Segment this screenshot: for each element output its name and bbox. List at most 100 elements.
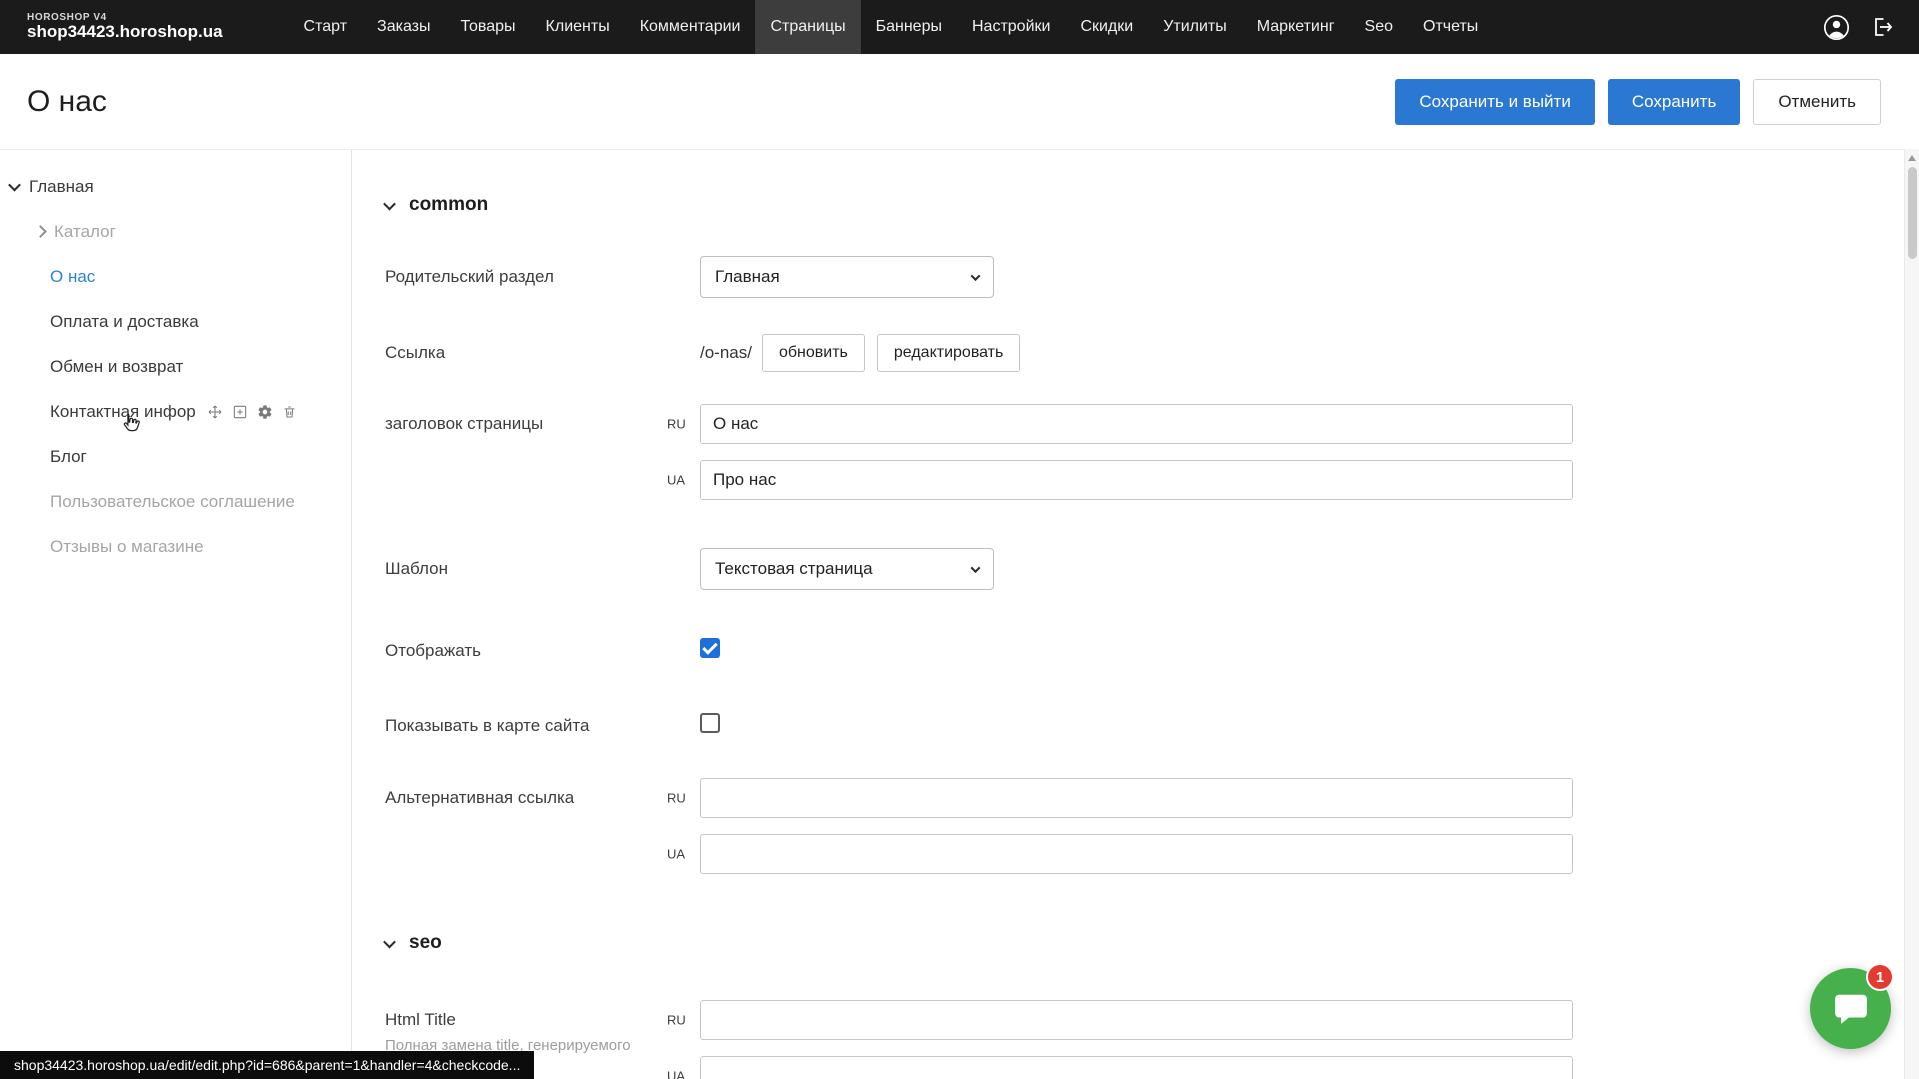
sidebar-item-label: Пользовательское соглашение — [50, 492, 295, 512]
sidebar-item-label: Оплата и доставка — [50, 312, 199, 332]
action-bar: О нас Сохранить и выйти Сохранить Отмени… — [0, 54, 1919, 149]
form-row-sitemap: Показывать в карте сайта — [385, 713, 1919, 738]
display-label: Отображать — [385, 641, 700, 661]
logout-icon[interactable] — [1868, 14, 1895, 41]
sidebar-item-home[interactable]: Главная — [0, 164, 351, 209]
settings-gear-icon[interactable] — [257, 404, 273, 420]
delete-trash-icon[interactable] — [282, 404, 297, 420]
template-label: Шаблон — [385, 559, 700, 579]
scroll-up-arrow[interactable] — [1908, 155, 1916, 161]
display-checkbox[interactable] — [700, 638, 720, 658]
nav-banners[interactable]: Баннеры — [861, 0, 957, 54]
sitemap-checkbox[interactable] — [700, 713, 720, 733]
topbar: HOROSHOP V4 shop34423.horoshop.ua Старт … — [0, 0, 1919, 54]
section-common-toggle[interactable]: common — [385, 194, 1919, 216]
nav-products[interactable]: Товары — [446, 0, 531, 54]
status-url-text: shop34423.horoshop.ua/edit/edit.php?id=6… — [14, 1057, 520, 1073]
nav-seo[interactable]: Seo — [1350, 0, 1408, 54]
page-title-label: заголовок страницы — [385, 404, 700, 434]
brand[interactable]: HOROSHOP V4 shop34423.horoshop.ua — [27, 13, 223, 41]
form-row-parent: Родительский раздел Главная — [385, 256, 1919, 298]
sidebar-item-store-reviews[interactable]: Отзывы о магазине — [0, 524, 351, 569]
nav-pages[interactable]: Страницы — [755, 0, 860, 54]
section-seo-toggle[interactable]: seo — [385, 932, 1919, 954]
content: Главная Каталог О нас Оплата и доставка … — [0, 149, 1919, 1079]
chevron-down-icon — [971, 563, 981, 573]
save-exit-button[interactable]: Сохранить и выйти — [1395, 79, 1594, 125]
alt-link-ua-input[interactable] — [700, 834, 1573, 874]
nav-orders[interactable]: Заказы — [362, 0, 445, 54]
sidebar-item-about[interactable]: О нас — [0, 254, 351, 299]
form-row-page-title: заголовок страницы RU UA — [385, 404, 1919, 500]
alt-link-ru-input[interactable] — [700, 778, 1573, 818]
form-row-template: Шаблон Текстовая страница — [385, 548, 1919, 590]
sidebar-item-label: Контактная инфор — [50, 402, 196, 422]
sidebar-item-payment-delivery[interactable]: Оплата и доставка — [0, 299, 351, 344]
cancel-button[interactable]: Отменить — [1753, 79, 1881, 125]
pages-tree-sidebar: Главная Каталог О нас Оплата и доставка … — [0, 150, 352, 1079]
page-title-ua-input[interactable] — [700, 460, 1573, 500]
parent-section-label: Родительский раздел — [385, 267, 700, 287]
lang-ru-badge: RU — [667, 417, 686, 432]
template-select[interactable]: Текстовая страница — [700, 548, 994, 590]
chat-widget-button[interactable]: 1 — [1810, 968, 1891, 1049]
chat-unread-badge: 1 — [1866, 963, 1894, 991]
action-buttons: Сохранить и выйти Сохранить Отменить — [1395, 79, 1881, 125]
select-value: Главная — [715, 267, 780, 287]
nav-comments[interactable]: Комментарии — [625, 0, 756, 54]
sidebar-item-label: О нас — [50, 267, 95, 287]
nav-clients[interactable]: Клиенты — [531, 0, 625, 54]
link-path: /o-nas/ — [700, 343, 752, 363]
sidebar-item-label: Каталог — [54, 222, 116, 242]
sidebar-item-blog[interactable]: Блог — [0, 434, 351, 479]
lang-ru-badge: RU — [667, 1013, 686, 1028]
html-title-label: Html Title — [385, 1010, 700, 1030]
scrollbar-thumb[interactable] — [1908, 167, 1917, 259]
lang-ru-badge: RU — [667, 791, 686, 806]
html-title-ua-input[interactable] — [700, 1056, 1573, 1079]
drag-move-icon[interactable] — [207, 404, 223, 420]
sidebar-item-contact-info[interactable]: Контактная инфор — [0, 389, 351, 434]
parent-section-select[interactable]: Главная — [700, 256, 994, 298]
tree-item-actions — [207, 404, 297, 420]
chevron-down-icon — [383, 197, 396, 210]
alt-link-label: Альтернативная ссылка — [385, 778, 700, 808]
section-title: seo — [409, 932, 442, 954]
sidebar-item-label: Блог — [50, 447, 87, 467]
sitemap-label: Показывать в карте сайта — [385, 716, 700, 736]
html-title-ru-input[interactable] — [700, 1000, 1573, 1040]
nav-utilities[interactable]: Утилиты — [1148, 0, 1242, 54]
page-title-ru-input[interactable] — [700, 404, 1573, 444]
chat-bubble-icon — [1830, 988, 1872, 1030]
sidebar-item-label: Главная — [29, 177, 94, 197]
select-value: Текстовая страница — [715, 559, 873, 579]
sidebar-item-label: Отзывы о магазине — [50, 537, 204, 557]
add-page-icon[interactable] — [232, 404, 248, 420]
nav-reports[interactable]: Отчеты — [1408, 0, 1493, 54]
user-account-icon[interactable] — [1823, 14, 1850, 41]
topbar-icons — [1823, 14, 1895, 41]
refresh-link-button[interactable]: обновить — [762, 334, 865, 372]
page-title: О нас — [27, 85, 107, 119]
sidebar-item-user-agreement[interactable]: Пользовательское соглашение — [0, 479, 351, 524]
sidebar-item-exchange-return[interactable]: Обмен и возврат — [0, 344, 351, 389]
form-row-display: Отображать — [385, 638, 1919, 663]
status-url-bar: shop34423.horoshop.ua/edit/edit.php?id=6… — [0, 1051, 534, 1079]
app-window: HOROSHOP V4 shop34423.horoshop.ua Старт … — [0, 0, 1919, 1079]
section-title: common — [409, 194, 488, 216]
sidebar-item-label: Обмен и возврат — [50, 357, 183, 377]
nav-marketing[interactable]: Маркетинг — [1242, 0, 1350, 54]
top-nav: Старт Заказы Товары Клиенты Комментарии … — [289, 0, 1494, 54]
nav-discounts[interactable]: Скидки — [1065, 0, 1148, 54]
form-row-alt-link: Альтернативная ссылка RU UA — [385, 778, 1919, 874]
save-button[interactable]: Сохранить — [1608, 79, 1740, 125]
sidebar-item-catalog[interactable]: Каталог — [0, 209, 351, 254]
chevron-down-icon — [971, 271, 981, 281]
edit-link-button[interactable]: редактировать — [877, 334, 1020, 372]
chevron-down-icon — [8, 179, 21, 192]
page-edit-form: common Родительский раздел Главная Ссылк… — [352, 150, 1919, 1079]
nav-start[interactable]: Старт — [289, 0, 362, 54]
link-label: Ссылка — [385, 343, 700, 363]
nav-settings[interactable]: Настройки — [957, 0, 1065, 54]
form-row-html-title: Html Title Полная замена title, генериру… — [385, 1000, 1919, 1079]
